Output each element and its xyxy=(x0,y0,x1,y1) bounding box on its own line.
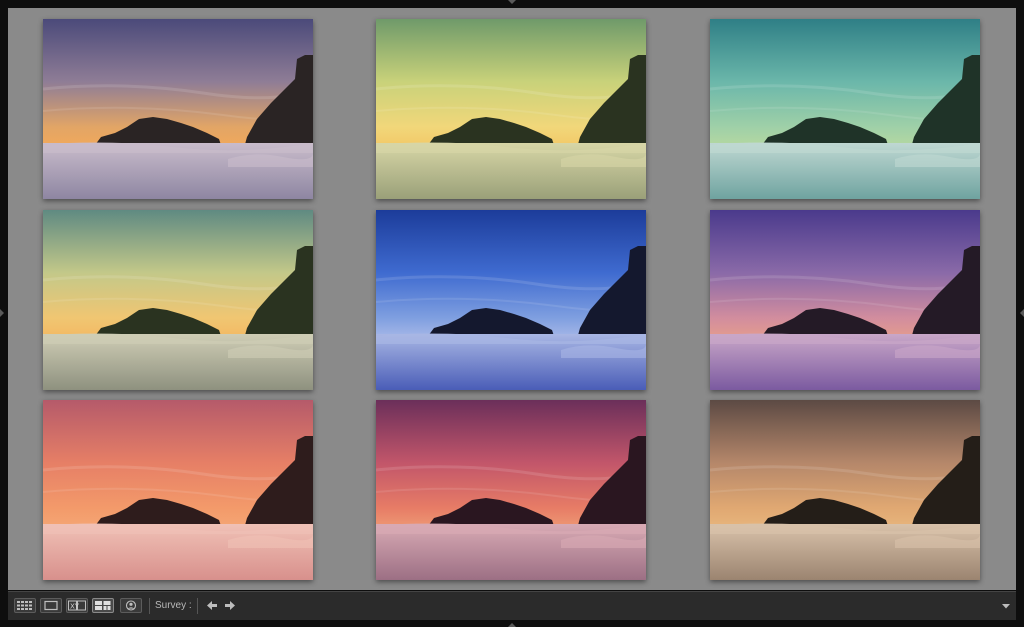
survey-view-button[interactable] xyxy=(92,598,114,613)
photo-thumbnail[interactable] xyxy=(710,400,980,580)
toolbar-divider xyxy=(197,598,198,614)
chevron-down-icon xyxy=(1002,604,1010,609)
photo-thumbnail[interactable] xyxy=(376,400,646,580)
toolbar-divider xyxy=(149,598,150,614)
top-panel-toggle-icon[interactable] xyxy=(508,0,516,4)
photo-thumbnail[interactable] xyxy=(43,210,313,390)
grid-view-button[interactable] xyxy=(14,598,36,613)
toolbar-options-button[interactable] xyxy=(999,598,1013,614)
arrow-right-icon xyxy=(225,601,235,610)
bottom-toolbar: XY Survey : xyxy=(8,591,1016,620)
photo-thumbnail[interactable] xyxy=(376,19,646,199)
compare-view-button[interactable]: XY xyxy=(66,598,88,613)
landscape-photo xyxy=(710,19,980,199)
survey-view-area xyxy=(8,8,1016,590)
grid-view-icon xyxy=(17,601,32,610)
photo-thumbnail[interactable] xyxy=(710,210,980,390)
landscape-photo xyxy=(376,210,646,390)
photo-thumbnail[interactable] xyxy=(43,400,313,580)
photo-thumbnail[interactable] xyxy=(43,19,313,199)
landscape-photo xyxy=(43,19,313,199)
compare-xy-glyph: XY xyxy=(70,603,80,611)
photo-thumbnail[interactable] xyxy=(710,19,980,199)
landscape-photo xyxy=(43,400,313,580)
previous-photo-button[interactable] xyxy=(205,599,219,612)
landscape-photo xyxy=(710,210,980,390)
photo-thumbnail[interactable] xyxy=(376,210,646,390)
landscape-photo xyxy=(376,400,646,580)
compare-view-icon: XY xyxy=(68,600,86,611)
left-panel-toggle-icon[interactable] xyxy=(0,309,4,317)
arrow-left-icon xyxy=(207,601,217,610)
loupe-view-icon xyxy=(44,600,58,611)
survey-view-icon xyxy=(95,601,111,610)
landscape-photo xyxy=(710,400,980,580)
people-view-icon xyxy=(125,600,137,611)
loupe-view-button[interactable] xyxy=(40,598,62,613)
right-panel-toggle-icon[interactable] xyxy=(1020,309,1024,317)
next-photo-button[interactable] xyxy=(223,599,237,612)
bottom-panel-toggle-icon[interactable] xyxy=(508,623,516,627)
people-view-button[interactable] xyxy=(120,598,142,613)
landscape-photo xyxy=(43,210,313,390)
survey-label: Survey : xyxy=(155,600,192,611)
landscape-photo xyxy=(376,19,646,199)
